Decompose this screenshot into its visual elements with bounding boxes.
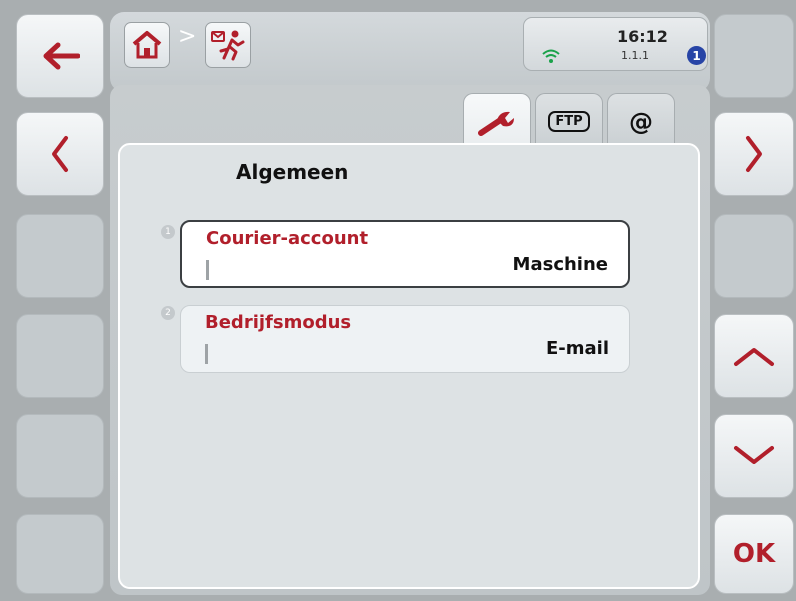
scroll-down-button[interactable] (714, 414, 794, 498)
chevron-left-icon (52, 136, 68, 172)
wifi-icon (542, 49, 560, 63)
scroll-up-button[interactable] (714, 314, 794, 398)
ok-button[interactable]: OK (714, 514, 794, 594)
softkey-left-3 (16, 214, 104, 298)
section-title: Algemeen (236, 160, 349, 184)
at-tab-label: @ (629, 107, 653, 136)
ftp-tab-label: FTP (548, 111, 590, 132)
operating-mode-field[interactable]: Bedrijfsmodus E-mail (180, 305, 630, 373)
next-button[interactable] (714, 112, 794, 196)
field-cursor-bar (205, 344, 208, 364)
row-number: 2 (161, 306, 175, 320)
clock-time: 16:12 (617, 27, 668, 46)
tab-ftp[interactable]: FTP (535, 93, 603, 149)
chevron-up-icon (734, 348, 774, 366)
field-label: Bedrijfsmodus (205, 312, 352, 333)
softkey-left-4 (16, 314, 104, 398)
tab-email[interactable]: @ (607, 93, 675, 149)
field-value: E-mail (545, 338, 609, 359)
chevron-right-icon (746, 136, 762, 172)
home-button[interactable] (124, 22, 170, 68)
softkey-right-3 (714, 214, 794, 298)
chevron-down-icon (734, 446, 774, 464)
status-badge: 1 (687, 46, 706, 65)
breadcrumb-separator: > (178, 24, 197, 49)
courier-app-button[interactable] (205, 22, 251, 68)
back-arrow-icon (43, 42, 80, 70)
home-icon (132, 31, 162, 59)
softkey-left-5 (16, 414, 104, 498)
previous-button[interactable] (16, 112, 104, 196)
back-button[interactable] (16, 14, 104, 98)
row-number: 1 (161, 225, 175, 239)
field-label: Courier-account (206, 228, 369, 249)
version-number: 1.1.1 (621, 49, 649, 62)
ok-label: OK (732, 539, 776, 569)
field-value: Maschine (512, 254, 608, 275)
field-cursor-bar (206, 260, 209, 280)
courier-runner-icon (211, 30, 245, 61)
softkey-right-1 (714, 14, 794, 98)
courier-account-field[interactable]: Courier-account Maschine (180, 220, 630, 288)
wrench-icon (478, 111, 514, 136)
softkey-left-6 (16, 514, 104, 594)
status-box: 16:12 1.1.1 1 (523, 17, 708, 71)
